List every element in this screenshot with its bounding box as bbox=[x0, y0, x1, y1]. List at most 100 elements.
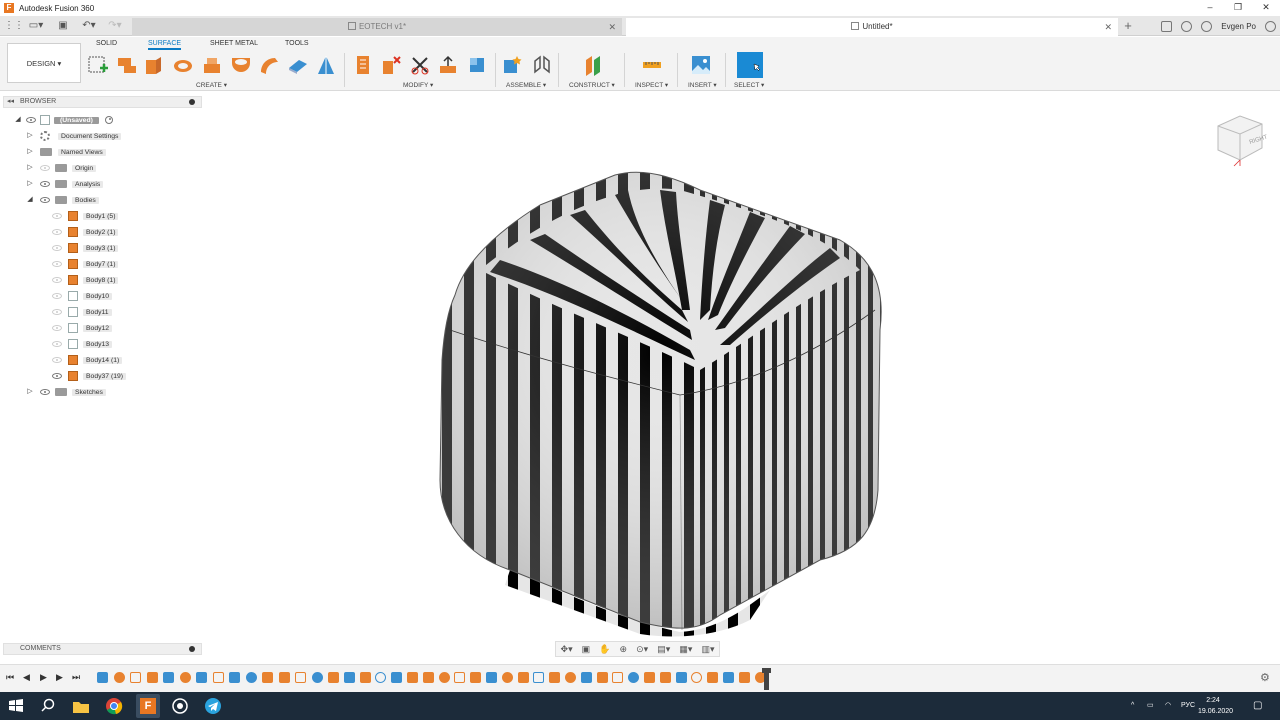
file-explorer-icon[interactable] bbox=[71, 696, 91, 716]
tree-item-body[interactable]: Body14 (1) bbox=[52, 353, 123, 367]
visibility-eye-icon[interactable] bbox=[52, 261, 62, 267]
camera-app-icon[interactable] bbox=[170, 696, 190, 716]
expand-right-icon[interactable]: ▷ bbox=[26, 180, 34, 188]
timeline-feature-icon[interactable] bbox=[146, 672, 158, 683]
help-icon[interactable] bbox=[1201, 20, 1213, 32]
visibility-eye-icon[interactable] bbox=[40, 197, 50, 203]
timeline-feature-icon[interactable] bbox=[179, 672, 191, 683]
tree-item-bodies[interactable]: ◢ Bodies bbox=[26, 193, 99, 207]
timeline-feature-icon[interactable] bbox=[229, 672, 240, 683]
collapse-panel-icon[interactable]: ◂◂ bbox=[7, 97, 14, 105]
tab-surface[interactable]: SURFACE bbox=[148, 40, 182, 50]
fusion-taskbar-button[interactable]: F bbox=[136, 694, 160, 718]
timeline-feature-icon[interactable] bbox=[644, 672, 655, 683]
app-grid-icon[interactable]: ⋮⋮ bbox=[4, 16, 24, 36]
timeline-feature-icon[interactable] bbox=[486, 672, 497, 683]
timeline-feature-icon[interactable] bbox=[311, 672, 323, 683]
timeline-feature-icon[interactable] bbox=[113, 672, 125, 683]
create-menu[interactable]: CREATE ▾ bbox=[196, 81, 227, 89]
timeline-feature-icon[interactable] bbox=[549, 672, 561, 683]
timeline-feature-icon[interactable] bbox=[533, 672, 545, 683]
extrude-icon[interactable] bbox=[116, 54, 138, 76]
visibility-eye-icon[interactable] bbox=[52, 277, 62, 283]
new-tab-button[interactable]: + bbox=[1120, 18, 1136, 34]
tree-item-document-settings[interactable]: ▷ Document Settings bbox=[26, 129, 122, 143]
expand-down-icon[interactable]: ◢ bbox=[14, 116, 22, 124]
battery-icon[interactable]: ▭ bbox=[1147, 692, 1154, 720]
undo-icon[interactable]: ↶▾ bbox=[78, 16, 100, 36]
timeline-feature-icon[interactable] bbox=[612, 672, 624, 683]
tree-item-body[interactable]: Body1 (5) bbox=[52, 209, 119, 223]
visibility-eye-icon[interactable] bbox=[40, 389, 50, 395]
timeline-feature-icon[interactable] bbox=[691, 672, 703, 683]
close-tab-icon[interactable]: ✕ bbox=[608, 18, 616, 36]
timeline-feature-icon[interactable] bbox=[97, 672, 108, 683]
visibility-eye-icon[interactable] bbox=[52, 293, 62, 299]
timeline-feature-icon[interactable] bbox=[628, 672, 640, 683]
network-icon[interactable]: ◠ bbox=[1165, 692, 1171, 720]
tree-item-body[interactable]: Body2 (1) bbox=[52, 225, 119, 239]
tab-sheet-metal[interactable]: SHEET METAL bbox=[210, 40, 258, 47]
visibility-eye-icon[interactable] bbox=[52, 213, 62, 219]
insert-menu[interactable]: INSERT ▾ bbox=[688, 81, 717, 89]
visibility-eye-icon[interactable] bbox=[52, 309, 62, 315]
tree-root[interactable]: ◢ (Unsaved) bbox=[14, 113, 113, 127]
timeline-feature-icon[interactable] bbox=[163, 672, 174, 683]
help-circle-icon[interactable] bbox=[1265, 20, 1276, 32]
select-menu[interactable]: SELECT ▾ bbox=[734, 81, 764, 89]
timeline-settings-icon[interactable]: ⚙ bbox=[1260, 671, 1270, 684]
offset-icon[interactable] bbox=[287, 54, 309, 76]
new-component-icon[interactable] bbox=[501, 54, 523, 76]
timeline-feature-icon[interactable] bbox=[212, 672, 224, 683]
pin-icon[interactable] bbox=[189, 99, 195, 105]
measure-icon[interactable] bbox=[641, 54, 663, 76]
go-to-start-icon[interactable]: ⏮ bbox=[6, 672, 14, 683]
split-body-icon[interactable] bbox=[409, 54, 431, 76]
tree-item-surface-body[interactable]: Body12 bbox=[52, 321, 113, 335]
modify-menu[interactable]: MODIFY ▾ bbox=[403, 81, 433, 89]
visibility-eye-icon[interactable] bbox=[52, 341, 62, 347]
tree-item-body[interactable]: Body3 (1) bbox=[52, 241, 119, 255]
tree-item-body[interactable]: Body7 (1) bbox=[52, 257, 119, 271]
timeline-feature-icon[interactable] bbox=[359, 672, 371, 683]
orbit-icon[interactable]: ✥▾ bbox=[561, 644, 573, 655]
expand-right-icon[interactable]: ▷ bbox=[26, 148, 34, 156]
look-at-icon[interactable]: ▣ bbox=[582, 644, 591, 655]
timeline-feature-icon[interactable] bbox=[391, 672, 403, 683]
timeline-feature-icon[interactable] bbox=[580, 672, 592, 683]
activate-radio-icon[interactable] bbox=[104, 116, 113, 124]
step-forward-icon[interactable]: ▶ bbox=[56, 672, 63, 683]
inspect-menu[interactable]: INSPECT ▾ bbox=[635, 81, 668, 89]
construct-menu[interactable]: CONSTRUCT ▾ bbox=[569, 81, 615, 89]
language-indicator[interactable]: РУС bbox=[1181, 692, 1195, 720]
visibility-eye-icon[interactable] bbox=[52, 245, 62, 251]
user-name[interactable]: Evgen Po bbox=[1221, 22, 1256, 31]
timeline-feature-icon[interactable] bbox=[565, 672, 576, 683]
comments-panel-header[interactable]: COMMENTS bbox=[3, 643, 202, 655]
timeline-feature-icon[interactable] bbox=[278, 672, 290, 683]
offset-plane-icon[interactable] bbox=[582, 54, 604, 76]
step-back-icon[interactable]: ◀ bbox=[23, 672, 30, 683]
timeline-feature-icon[interactable] bbox=[245, 672, 257, 683]
visibility-eye-icon[interactable] bbox=[52, 373, 62, 379]
notifications-icon[interactable] bbox=[1181, 20, 1193, 32]
tree-item-analysis[interactable]: ▷ Analysis bbox=[26, 177, 104, 191]
expand-right-icon[interactable]: ▷ bbox=[26, 388, 34, 396]
windows-start-icon[interactable] bbox=[6, 696, 26, 716]
timeline-feature-icon[interactable] bbox=[295, 672, 306, 683]
timeline-feature-icon[interactable] bbox=[438, 672, 450, 683]
timeline-feature-icon[interactable] bbox=[470, 672, 482, 683]
timeline-feature-icon[interactable] bbox=[454, 672, 466, 683]
visibility-eye-icon[interactable] bbox=[52, 229, 62, 235]
tree-item-origin[interactable]: ▷ Origin bbox=[26, 161, 97, 175]
loft-icon[interactable] bbox=[201, 54, 223, 76]
job-status-icon[interactable] bbox=[1161, 20, 1173, 32]
create-sketch-icon[interactable] bbox=[87, 54, 109, 76]
play-icon[interactable]: ▶ bbox=[40, 672, 47, 683]
visibility-eye-icon[interactable] bbox=[40, 165, 50, 171]
visibility-eye-icon[interactable] bbox=[52, 325, 62, 331]
tree-item-surface-body[interactable]: Body10 bbox=[52, 289, 113, 303]
file-menu-icon[interactable]: ▭▾ bbox=[26, 16, 46, 36]
go-to-end-icon[interactable]: ⏭ bbox=[72, 672, 80, 683]
close-tab-icon[interactable]: ✕ bbox=[1104, 18, 1112, 36]
